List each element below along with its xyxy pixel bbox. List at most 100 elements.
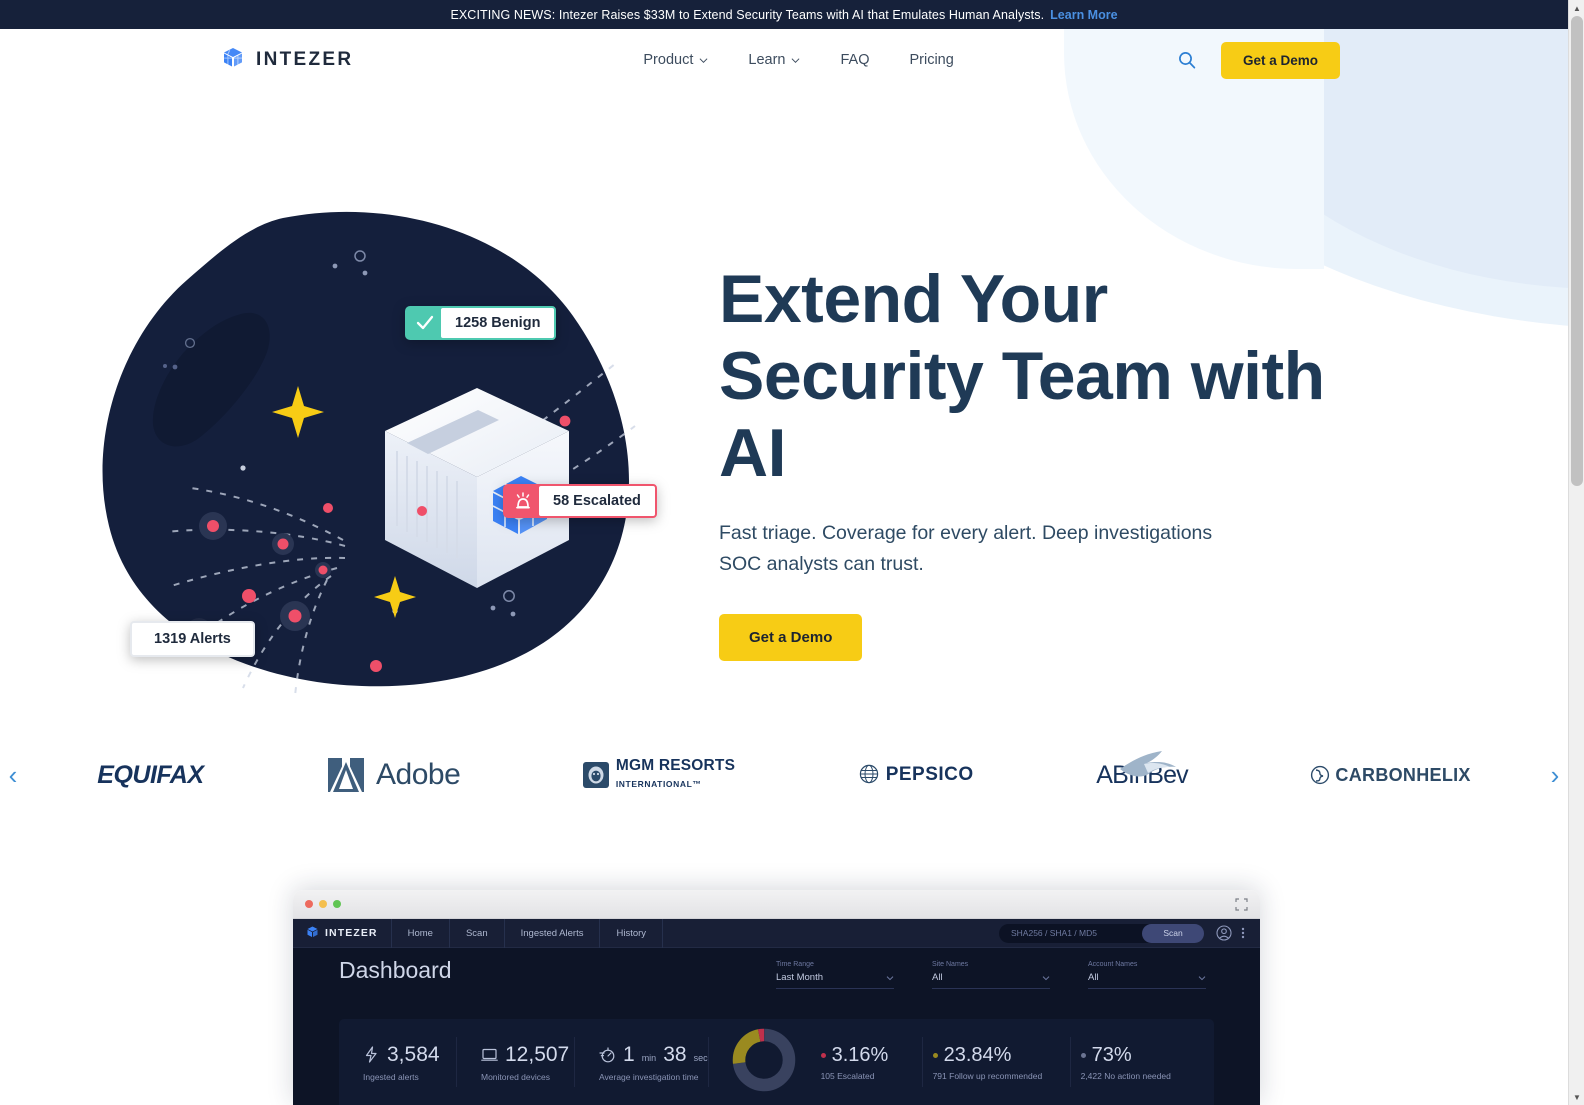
stat-avg-time-minutes: 1 [623, 1042, 635, 1066]
monitor-icon [481, 1048, 498, 1061]
announcement-text: EXCITING NEWS: Intezer Raises $33M to Ex… [450, 7, 1045, 22]
app-nav-history[interactable]: History [599, 918, 662, 948]
brand-logo-pepsico[interactable]: PEPSICO [858, 751, 974, 799]
stat-avg-time-seconds: 38 [663, 1042, 687, 1066]
breakdown-escalated-top: 3.16% [820, 1044, 922, 1067]
stat-monitored-devices: 12,507 Monitored devices [457, 1037, 575, 1087]
app-nav-scan[interactable]: Scan [448, 918, 504, 948]
hero-illustration: 1258 Benign 58 Escalated 1319 Alerts [95, 196, 685, 697]
badge-alerts-label: 1319 Alerts [130, 621, 255, 657]
chevron-down-icon [1042, 975, 1050, 980]
header-actions: Get a Demo [1177, 41, 1340, 79]
brand-pepsico-text: PEPSICO [885, 764, 974, 785]
hero-subheadline: Fast triage. Coverage for every alert. D… [719, 522, 1213, 575]
hero-section: 1258 Benign 58 Escalated 1319 Alerts Ext… [0, 91, 1568, 697]
stat-ingested-alerts-label: Ingested alerts [363, 1071, 419, 1082]
scrollbar-up-arrow[interactable]: ▲ [1569, 0, 1584, 16]
app-topbar: INTEZER Home Scan Ingested Alerts Histor… [293, 918, 1260, 948]
breakdown-escalated: 3.16% 105 Escalated [811, 1037, 923, 1087]
nav-item-learn[interactable]: Learn [748, 52, 800, 68]
filter-time-range-label: Time Range [776, 961, 814, 968]
carousel-track: EQUIFAX Adobe MGM RESORTS INTERNATIONAL™… [26, 751, 1542, 799]
product-screenshot: INTEZER Home Scan Ingested Alerts Histor… [293, 890, 1260, 1105]
header-get-demo-button[interactable]: Get a Demo [1220, 41, 1340, 79]
hero-copy: Extend Your Security Team with AI Fast t… [719, 261, 1399, 661]
main-nav: Product Learn FAQ Pricing [643, 52, 953, 68]
nav-item-faq[interactable]: FAQ [840, 52, 869, 68]
announcement-learn-more-link[interactable]: Learn More [1050, 8, 1117, 22]
breakdown-follow-up-top: 23.84% [932, 1044, 1070, 1067]
bolt-icon [365, 1046, 377, 1063]
announcement-bar: EXCITING NEWS: Intezer Raises $33M to Ex… [0, 0, 1568, 29]
stat-avg-investigation-time: 1 min 38 sec Average investigation time [575, 1037, 709, 1087]
app-stats-card: 3,584 Ingested alerts 12,507 Monitored d… [339, 1019, 1214, 1105]
carousel-next-button[interactable]: › [1542, 760, 1568, 791]
filter-account-names-label: Account Names [1088, 961, 1138, 968]
donut-chart-svg [732, 1028, 795, 1091]
app-logo: INTEZER [293, 926, 391, 940]
scrollbar-thumb[interactable] [1571, 16, 1583, 486]
abinbev-eagle-icon [1120, 751, 1177, 777]
carousel-prev-button[interactable]: ‹ [0, 760, 26, 791]
filter-account-names[interactable]: Account Names All [1088, 961, 1206, 989]
stat-ingested-alerts-value: 3,584 [387, 1042, 440, 1066]
brand-mgm-text: MGM RESORTS INTERNATIONAL™ [616, 758, 735, 792]
brand-logo-mgm[interactable]: MGM RESORTS INTERNATIONAL™ [582, 751, 735, 799]
stat-ingested-alerts: 3,584 Ingested alerts [339, 1037, 457, 1087]
brand-logo-carbonhelix[interactable]: CARBONHELIX [1310, 751, 1470, 799]
mgm-lion-icon [582, 762, 609, 788]
stat-avg-time-seconds-unit: sec [693, 1052, 708, 1063]
chevron-down-icon [1198, 975, 1206, 980]
stat-ingested-alerts-top: 3,584 [363, 1043, 456, 1067]
scrollbar-down-arrow[interactable]: ▼ [1569, 1089, 1584, 1105]
screenshot-app-body: INTEZER Home Scan Ingested Alerts Histor… [293, 918, 1260, 1105]
page-root: EXCITING NEWS: Intezer Raises $33M to Ex… [0, 0, 1584, 1105]
filter-time-range[interactable]: Time Range Last Month [776, 961, 894, 989]
breakdown-escalated-label: 105 Escalated [820, 1070, 875, 1081]
badge-escalated-label: 58 Escalated [537, 484, 657, 518]
nav-item-label: Pricing [909, 52, 954, 68]
page-scrollbar[interactable]: ▲ ▼ [1568, 0, 1584, 1105]
search-icon[interactable] [1177, 50, 1197, 70]
filter-account-names-value: All [1088, 972, 1099, 983]
kebab-menu-icon[interactable] [1236, 925, 1250, 941]
app-scan-button[interactable]: Scan [1142, 923, 1204, 943]
site-logo[interactable]: INTEZER [220, 47, 353, 74]
brand-logo-abinbev[interactable]: ABInBev [1096, 751, 1189, 799]
nav-item-product[interactable]: Product [643, 52, 708, 68]
window-minimize-dot [319, 900, 327, 908]
hero-headline: Extend Your Security Team with AI [719, 261, 1325, 491]
window-close-dot [305, 900, 313, 908]
badge-benign-label: 1258 Benign [439, 306, 557, 340]
intezer-cube-icon [307, 926, 318, 937]
filter-time-range-row: Last Month [776, 972, 894, 983]
breakdown-follow-up: 23.84% 791 Follow up recommended [923, 1037, 1071, 1087]
app-nav-ingested-alerts[interactable]: Ingested Alerts [503, 918, 600, 948]
window-traffic-lights [305, 900, 341, 908]
filter-time-range-value: Last Month [776, 972, 823, 983]
stat-avg-investigation-time-label: Average investigation time [599, 1071, 699, 1082]
legend-dot-no-action [1080, 1052, 1086, 1058]
hero-get-demo-button[interactable]: Get a Demo [719, 614, 863, 661]
legend-dot-escalated [820, 1052, 826, 1058]
carbonhelix-icon [1311, 765, 1330, 785]
badge-alerts: 1319 Alerts [130, 621, 255, 657]
app-page-title: Dashboard [339, 957, 452, 983]
breakdown-no-action: 73% 2,422 No action needed [1071, 1037, 1211, 1087]
badge-benign: 1258 Benign [405, 306, 557, 340]
badge-escalated: 58 Escalated [503, 484, 657, 518]
expand-icon[interactable] [1235, 897, 1248, 911]
filter-site-names[interactable]: Site Names All [932, 961, 1050, 989]
breakdown-follow-up-label: 791 Follow up recommended [932, 1070, 1043, 1081]
brand-carbonhelix-text: CARBONHELIX [1335, 764, 1471, 785]
nav-item-pricing[interactable]: Pricing [909, 52, 953, 68]
brand-logo-adobe[interactable]: Adobe [326, 751, 461, 799]
app-nav-home[interactable]: Home [390, 918, 449, 948]
brand-adobe-text: Adobe [376, 758, 461, 791]
site-logo-text: INTEZER [256, 49, 354, 70]
app-nav-spacer [662, 918, 999, 948]
app-filter-bar: Time Range Last Month Site Names All Acc… [776, 961, 1206, 989]
filter-site-names-value: All [932, 972, 943, 983]
brand-logo-equifax[interactable]: EQUIFAX [97, 751, 204, 799]
user-avatar-icon[interactable] [1216, 925, 1232, 941]
